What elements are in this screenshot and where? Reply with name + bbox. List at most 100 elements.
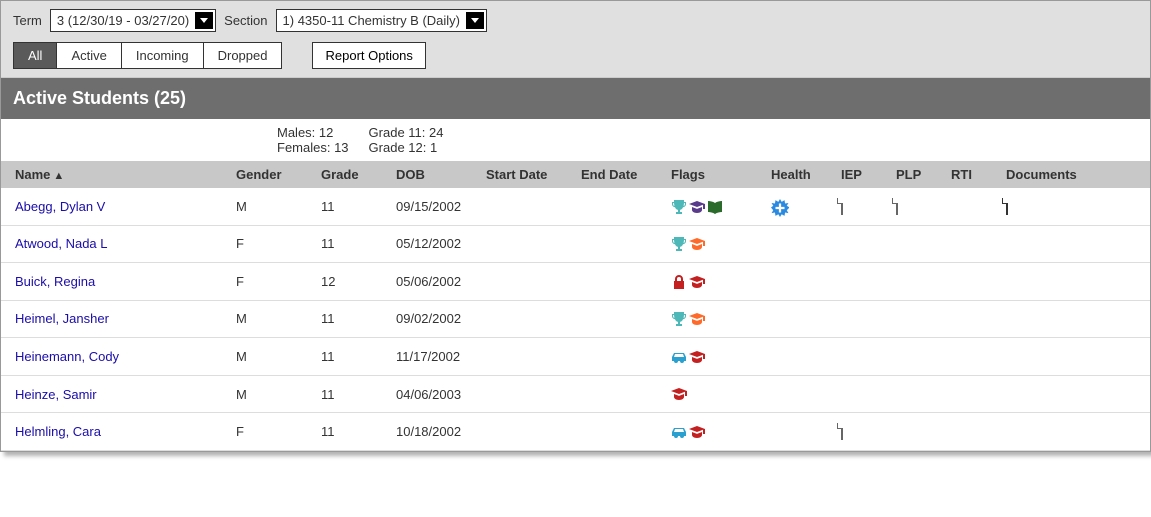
trophy-icon: [671, 311, 687, 327]
student-health: [765, 198, 835, 215]
grad-icon: [689, 199, 705, 215]
trophy-icon: [671, 236, 687, 252]
tab-incoming[interactable]: Incoming: [122, 43, 204, 68]
student-dob: 10/18/2002: [390, 424, 480, 439]
grad-icon: [689, 274, 705, 290]
health-icon: [771, 199, 787, 215]
chevron-down-icon: [466, 12, 484, 29]
col-docs-header[interactable]: Documents: [1000, 167, 1120, 182]
student-dob: 09/02/2002: [390, 311, 480, 326]
student-grade: 11: [315, 424, 390, 439]
student-name-link[interactable]: Heimel, Jansher: [15, 311, 109, 326]
report-options-button[interactable]: Report Options: [312, 42, 425, 69]
col-rti-header[interactable]: RTI: [945, 167, 1000, 182]
student-gender: F: [230, 236, 315, 251]
student-gender: M: [230, 387, 315, 402]
col-dob-header[interactable]: DOB: [390, 167, 480, 182]
student-flags: [665, 348, 765, 365]
filter-tabs: All Active Incoming Dropped: [13, 42, 282, 69]
col-iep-header[interactable]: IEP: [835, 167, 890, 182]
stats-grade11: Grade 11: 24: [369, 125, 444, 140]
student-name-link[interactable]: Heinze, Samir: [15, 387, 97, 402]
stats-grade: Grade 11: 24 Grade 12: 1: [369, 125, 444, 155]
table-row: Buick, Regina F1205/06/2002: [1, 263, 1150, 301]
document-icon[interactable]: [1006, 198, 1008, 215]
student-docs: [1000, 199, 1120, 214]
section-value: 1) 4350-11 Chemistry B (Daily): [283, 13, 460, 28]
app-container: Term 3 (12/30/19 - 03/27/20) Section 1) …: [0, 0, 1151, 452]
col-grade-header[interactable]: Grade: [315, 167, 390, 182]
document-icon[interactable]: [841, 198, 843, 215]
col-gender-header[interactable]: Gender: [230, 167, 315, 182]
student-flags: [665, 273, 765, 290]
table-header: Name▲ Gender Grade DOB Start Date End Da…: [1, 161, 1150, 188]
stats-row: Males: 12 Females: 13 Grade 11: 24 Grade…: [1, 119, 1150, 161]
grad-icon: [671, 386, 687, 402]
student-name-link[interactable]: Atwood, Nada L: [15, 236, 108, 251]
student-flags: [665, 311, 765, 328]
table-row: Abegg, Dylan V M1109/15/2002: [1, 188, 1150, 226]
student-grade: 11: [315, 236, 390, 251]
top-bar: Term 3 (12/30/19 - 03/27/20) Section 1) …: [1, 1, 1150, 78]
stats-females: Females: 13: [277, 140, 349, 155]
grad-icon: [689, 349, 705, 365]
table-row: Heinze, SamirM1104/06/2003: [1, 376, 1150, 414]
actions-row: All Active Incoming Dropped Report Optio…: [13, 42, 1138, 69]
filter-row: Term 3 (12/30/19 - 03/27/20) Section 1) …: [13, 9, 1138, 32]
student-name-link[interactable]: Heinemann, Cody: [15, 349, 119, 364]
col-start-header[interactable]: Start Date: [480, 167, 575, 182]
table-row: Heimel, Jansher M1109/02/2002: [1, 301, 1150, 339]
student-gender: F: [230, 424, 315, 439]
section-select[interactable]: 1) 4350-11 Chemistry B (Daily): [276, 9, 487, 32]
car-icon: [671, 349, 687, 365]
book-icon: [707, 199, 723, 215]
student-dob: 09/15/2002: [390, 199, 480, 214]
section-label: Section: [224, 13, 267, 28]
section-title: Active Students (25): [1, 78, 1150, 119]
chevron-down-icon: [195, 12, 213, 29]
tab-active[interactable]: Active: [57, 43, 121, 68]
student-plp: [890, 199, 945, 214]
stats-males: Males: 12: [277, 125, 349, 140]
tab-all[interactable]: All: [14, 43, 57, 68]
student-gender: M: [230, 199, 315, 214]
student-dob: 05/06/2002: [390, 274, 480, 289]
col-end-header[interactable]: End Date: [575, 167, 665, 182]
sort-arrow-icon: ▲: [53, 170, 64, 182]
student-dob: 05/12/2002: [390, 236, 480, 251]
term-select[interactable]: 3 (12/30/19 - 03/27/20): [50, 9, 216, 32]
student-name-link[interactable]: Buick, Regina: [15, 274, 95, 289]
table-row: Atwood, Nada L F1105/12/2002: [1, 226, 1150, 264]
grad-icon: [689, 236, 705, 252]
table-row: Helmling, Cara F1110/18/2002: [1, 413, 1150, 451]
student-gender: M: [230, 311, 315, 326]
col-flags-header[interactable]: Flags: [665, 167, 765, 182]
student-grade: 11: [315, 311, 390, 326]
student-grade: 11: [315, 387, 390, 402]
term-label: Term: [13, 13, 42, 28]
col-health-header[interactable]: Health: [765, 167, 835, 182]
stats-gender: Males: 12 Females: 13: [277, 125, 349, 155]
document-icon[interactable]: [841, 423, 843, 440]
student-iep: [835, 199, 890, 214]
student-grade: 12: [315, 274, 390, 289]
student-gender: M: [230, 349, 315, 364]
car-icon: [671, 424, 687, 440]
col-plp-header[interactable]: PLP: [890, 167, 945, 182]
student-name-link[interactable]: Abegg, Dylan V: [15, 199, 105, 214]
student-flags: [665, 423, 765, 440]
stats-grade12: Grade 12: 1: [369, 140, 444, 155]
student-iep: [835, 424, 890, 439]
tab-dropped[interactable]: Dropped: [204, 43, 282, 68]
document-icon[interactable]: [896, 198, 898, 215]
trophy-icon: [671, 199, 687, 215]
student-flags: [665, 198, 765, 215]
student-gender: F: [230, 274, 315, 289]
grad-icon: [689, 311, 705, 327]
student-flags: [665, 236, 765, 253]
grad-icon: [689, 424, 705, 440]
student-grade: 11: [315, 199, 390, 214]
student-name-link[interactable]: Helmling, Cara: [15, 424, 101, 439]
col-name-header[interactable]: Name▲: [5, 167, 230, 182]
term-value: 3 (12/30/19 - 03/27/20): [57, 13, 189, 28]
